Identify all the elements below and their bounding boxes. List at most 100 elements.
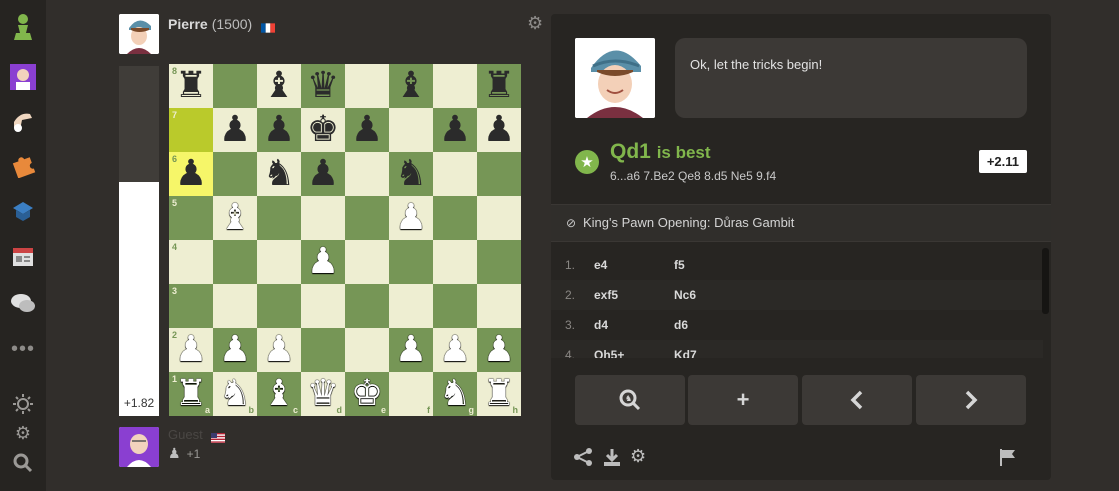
square-a6[interactable]: 6 ♟ [169,152,213,196]
square-a7[interactable]: 7 [169,108,213,152]
learn-icon[interactable] [8,196,38,226]
next-move-button[interactable] [916,375,1026,425]
opening-name[interactable]: King's Pawn Opening: Důras Gambit [583,215,794,230]
black-knight-icon[interactable]: ♞ [263,156,295,192]
white-move[interactable]: e4 [594,258,607,272]
square-a5[interactable]: 5 [169,196,213,240]
square-e3[interactable] [345,284,389,328]
square-h6[interactable] [477,152,521,196]
square-d7[interactable]: ♚ [301,108,345,152]
white-rook-icon[interactable]: ♜ [175,376,207,412]
square-d8[interactable]: ♛ [301,64,345,108]
square-f7[interactable] [389,108,433,152]
square-f8[interactable]: ♝ [389,64,433,108]
top-player-avatar[interactable] [119,14,159,54]
white-pawn-icon[interactable]: ♟ [307,244,339,280]
black-move[interactable]: Kd7 [674,348,697,358]
share-icon[interactable] [573,447,593,470]
square-c4[interactable] [257,240,301,284]
pawn-icon[interactable] [8,12,38,42]
square-f1[interactable]: f [389,372,433,416]
board-settings-icon[interactable]: ⚙ [527,14,545,32]
chess-board[interactable]: 8 ♜ ♝ ♛ ♝ ♜ 7 ♟ ♟ ♚ ♟ ♟ ♟ 6 ♟ ♞ ♟ ♞ 5 ♝ ♟ 4 ♟ 3 2 ♟ ♟ ♟ ♟ ♟ ♟ 1 a ♜ b ♞ c ♝ d ♛… [169,64,521,416]
square-g6[interactable] [433,152,477,196]
white-pawn-icon[interactable]: ♟ [175,332,207,368]
square-a2[interactable]: 2 ♟ [169,328,213,372]
square-a3[interactable]: 3 [169,284,213,328]
analysis-settings-icon[interactable]: ⚙ [630,447,646,465]
square-f5[interactable]: ♟ [389,196,433,240]
puzzle-icon[interactable] [8,150,38,180]
square-f3[interactable] [389,284,433,328]
black-move[interactable]: d6 [674,318,688,332]
square-g7[interactable]: ♟ [433,108,477,152]
square-f4[interactable] [389,240,433,284]
square-g1[interactable]: g ♞ [433,372,477,416]
square-a4[interactable]: 4 [169,240,213,284]
news-icon[interactable] [8,242,38,272]
square-c5[interactable] [257,196,301,240]
square-d1[interactable]: d ♛ [301,372,345,416]
hand-icon[interactable] [8,106,38,136]
move-list-scrollbar[interactable] [1042,248,1049,314]
square-b8[interactable] [213,64,257,108]
hint-button[interactable]: ♞ [575,375,685,425]
previous-move-button[interactable] [802,375,912,425]
square-d3[interactable] [301,284,345,328]
square-h5[interactable] [477,196,521,240]
black-pawn-icon[interactable]: ♟ [263,112,295,148]
white-move[interactable]: Qh5+ [594,348,624,358]
white-knight-icon[interactable]: ♞ [219,376,251,412]
square-e4[interactable] [345,240,389,284]
black-move[interactable]: Nc6 [674,288,696,302]
more-icon[interactable]: ••• [8,334,38,364]
search-icon[interactable] [11,451,35,475]
square-e5[interactable] [345,196,389,240]
white-move[interactable]: d4 [594,318,608,332]
square-h3[interactable] [477,284,521,328]
square-b7[interactable]: ♟ [213,108,257,152]
bottom-player-name[interactable]: Guest [168,427,203,442]
white-knight-icon[interactable]: ♞ [439,376,471,412]
square-g4[interactable] [433,240,477,284]
square-e2[interactable] [345,328,389,372]
black-rook-icon[interactable]: ♜ [483,68,515,104]
square-e7[interactable]: ♟ [345,108,389,152]
square-c8[interactable]: ♝ [257,64,301,108]
square-d5[interactable] [301,196,345,240]
coach-avatar-icon[interactable] [8,62,38,92]
square-c2[interactable]: ♟ [257,328,301,372]
download-icon[interactable] [602,447,622,470]
square-c1[interactable]: c ♝ [257,372,301,416]
black-knight-icon[interactable]: ♞ [395,156,427,192]
square-e6[interactable] [345,152,389,196]
square-b5[interactable]: ♝ [213,196,257,240]
flag-icon[interactable] [998,447,1018,470]
square-f6[interactable]: ♞ [389,152,433,196]
chat-icon[interactable] [8,288,38,318]
black-bishop-icon[interactable]: ♝ [263,68,295,104]
black-rook-icon[interactable]: ♜ [175,68,207,104]
square-h2[interactable]: ♟ [477,328,521,372]
black-queen-icon[interactable]: ♛ [307,68,339,104]
square-d4[interactable]: ♟ [301,240,345,284]
square-c3[interactable] [257,284,301,328]
square-c6[interactable]: ♞ [257,152,301,196]
square-b1[interactable]: b ♞ [213,372,257,416]
square-b6[interactable] [213,152,257,196]
black-king-icon[interactable]: ♚ [307,112,339,148]
square-h8[interactable]: ♜ [477,64,521,108]
square-b2[interactable]: ♟ [213,328,257,372]
square-c7[interactable]: ♟ [257,108,301,152]
white-pawn-icon[interactable]: ♟ [395,200,427,236]
add-move-button[interactable]: + [688,375,798,425]
brightness-icon[interactable] [11,392,35,416]
white-bishop-icon[interactable]: ♝ [263,376,295,412]
white-king-icon[interactable]: ♚ [351,376,383,412]
square-g2[interactable]: ♟ [433,328,477,372]
square-g5[interactable] [433,196,477,240]
settings-icon[interactable]: ⚙ [11,421,35,445]
square-f2[interactable]: ♟ [389,328,433,372]
square-g8[interactable] [433,64,477,108]
square-h1[interactable]: h ♜ [477,372,521,416]
